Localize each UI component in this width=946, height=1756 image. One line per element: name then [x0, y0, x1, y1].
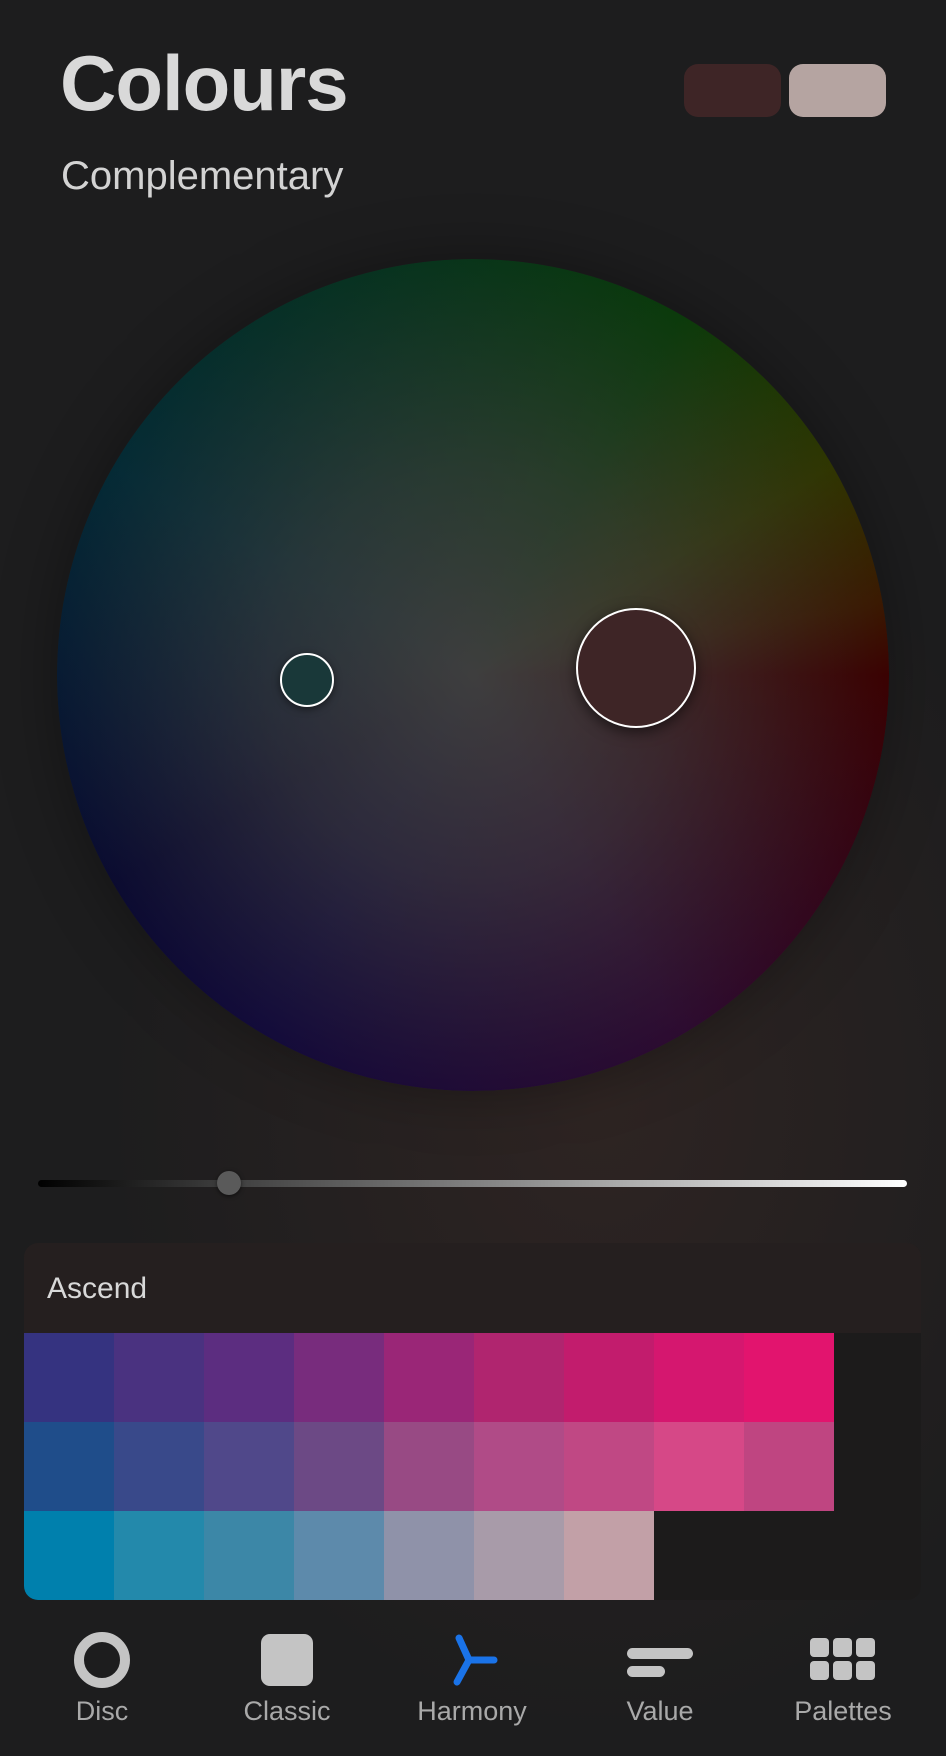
- page-title: Colours: [60, 39, 349, 127]
- palette-swatch[interactable]: [24, 1511, 114, 1600]
- palette-swatch[interactable]: [204, 1422, 294, 1511]
- palette-swatch[interactable]: [474, 1422, 564, 1511]
- secondary-colour-swatch[interactable]: [789, 64, 886, 117]
- grid-icon: [808, 1630, 878, 1695]
- tab-disc[interactable]: Disc: [27, 1612, 177, 1752]
- palette-swatch[interactable]: [204, 1333, 294, 1422]
- tab-classic-label: Classic: [243, 1696, 331, 1726]
- palette-swatch[interactable]: [564, 1511, 654, 1600]
- palette-swatch[interactable]: [474, 1511, 564, 1600]
- colour-harmony-wheel[interactable]: [57, 259, 889, 1091]
- tab-value-label: Value: [626, 1696, 694, 1726]
- square-icon: [257, 1630, 317, 1695]
- tab-harmony[interactable]: Harmony: [397, 1612, 547, 1752]
- tab-classic[interactable]: Classic: [212, 1612, 362, 1752]
- complementary-colour-picker[interactable]: [280, 653, 334, 707]
- tab-disc-label: Disc: [75, 1696, 129, 1726]
- palette-swatch[interactable]: [384, 1333, 474, 1422]
- palette-swatch[interactable]: [474, 1333, 564, 1422]
- value-bars-icon: [625, 1630, 695, 1695]
- tab-harmony-label: Harmony: [417, 1696, 527, 1726]
- tab-palettes-label: Palettes: [794, 1696, 892, 1726]
- palette-swatch-grid: [24, 1333, 921, 1600]
- palette-swatch[interactable]: [564, 1422, 654, 1511]
- palette-swatch[interactable]: [114, 1422, 204, 1511]
- primary-colour-swatch[interactable]: [684, 64, 781, 117]
- harmony-mode-selector[interactable]: Complementary: [61, 156, 343, 196]
- palette-swatch[interactable]: [744, 1422, 834, 1511]
- palette-swatch[interactable]: [24, 1333, 114, 1422]
- colour-mode-tabbar: Disc Classic Harmony Value Palettes: [0, 1612, 946, 1756]
- tab-palettes[interactable]: Palettes: [768, 1612, 918, 1752]
- disc-icon: [72, 1630, 132, 1695]
- palette-swatch[interactable]: [204, 1511, 294, 1600]
- palette-swatch[interactable]: [744, 1333, 834, 1422]
- palette-swatch[interactable]: [654, 1333, 744, 1422]
- wheel-saturation-layer: [57, 259, 889, 1091]
- harmony-icon: [442, 1630, 502, 1695]
- palette-swatch[interactable]: [384, 1422, 474, 1511]
- primary-colour-picker[interactable]: [576, 608, 696, 728]
- tab-value[interactable]: Value: [585, 1612, 735, 1752]
- palette-swatch[interactable]: [384, 1511, 474, 1600]
- palette-swatch[interactable]: [294, 1422, 384, 1511]
- palette-swatch[interactable]: [564, 1333, 654, 1422]
- brightness-slider-thumb[interactable]: [217, 1171, 242, 1195]
- palette-swatch[interactable]: [294, 1333, 384, 1422]
- palette-swatch[interactable]: [114, 1333, 204, 1422]
- palette-swatch[interactable]: [114, 1511, 204, 1600]
- palette-header: Ascend: [24, 1243, 921, 1333]
- palette-swatch[interactable]: [654, 1422, 744, 1511]
- palette-panel: Ascend: [24, 1243, 921, 1600]
- brightness-slider-track[interactable]: [38, 1180, 907, 1187]
- palette-swatch[interactable]: [24, 1422, 114, 1511]
- palette-name[interactable]: Ascend: [47, 1274, 147, 1304]
- palette-swatch[interactable]: [294, 1511, 384, 1600]
